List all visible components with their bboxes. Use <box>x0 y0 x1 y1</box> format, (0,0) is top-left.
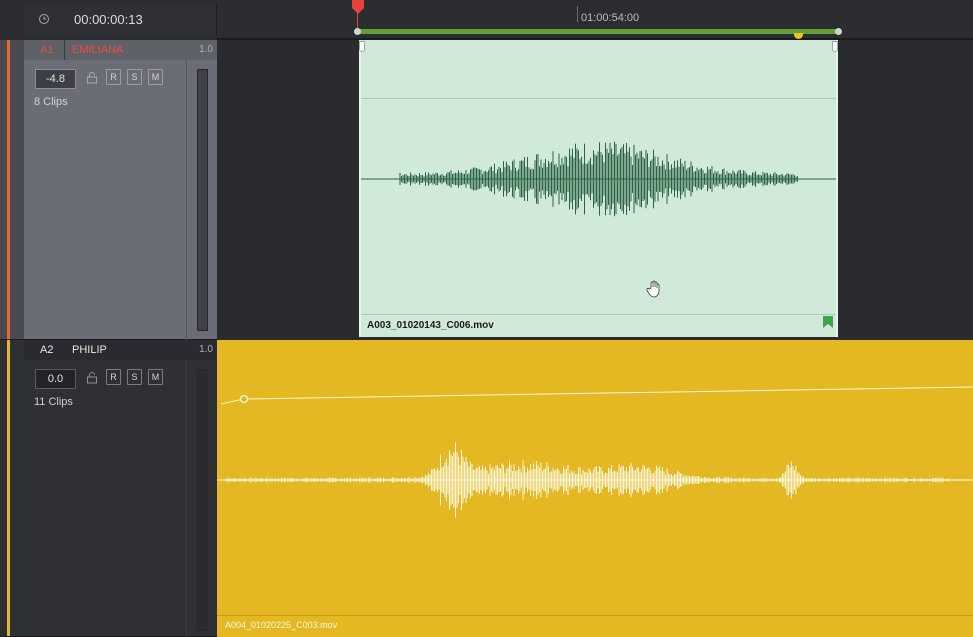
clip-trim-handle-left[interactable] <box>359 41 365 52</box>
clip-count: 11 Clips <box>34 396 73 408</box>
audio-meter <box>197 69 208 331</box>
track-title-row: A1 EMILIANA 1.0 <box>24 40 217 60</box>
audio-waveform <box>361 141 836 217</box>
ruler-tick <box>577 6 578 22</box>
clip-range-bar[interactable] <box>357 29 838 34</box>
header-separator <box>186 60 187 340</box>
track-title-row: A2 PHILIP 1.0 <box>24 340 217 360</box>
track-id: A1 <box>40 44 54 56</box>
track-volume-field[interactable]: -4.8 <box>35 69 76 89</box>
header-separator <box>186 360 187 637</box>
clip-name: A003_01020143_C006.mov <box>367 320 494 331</box>
flag-icon[interactable] <box>823 316 833 328</box>
hand-cursor-icon <box>646 280 660 298</box>
clip-count: 8 Clips <box>34 96 68 108</box>
playhead-icon[interactable] <box>350 0 366 16</box>
clip-trim-handle-right[interactable] <box>832 41 838 52</box>
mute-button[interactable]: M <box>148 69 163 85</box>
mute-button[interactable]: M <box>148 369 163 385</box>
clock-icon <box>39 14 49 24</box>
track-name[interactable]: EMILIANA <box>72 44 123 56</box>
track-header-a1[interactable]: A1 EMILIANA 1.0 -4.8 R S M 8 Clips <box>0 40 217 340</box>
timeline-header: 00:00:00:13 01:00:54:00 <box>0 0 973 40</box>
track-color-bar <box>7 340 10 636</box>
lock-icon[interactable] <box>86 371 98 385</box>
audio-clip-a2[interactable] <box>217 340 973 637</box>
lock-icon[interactable] <box>86 71 98 85</box>
solo-button[interactable]: S <box>127 369 142 385</box>
track-name[interactable]: PHILIP <box>72 344 107 356</box>
divider <box>64 40 65 60</box>
record-arm-button[interactable]: R <box>106 69 121 85</box>
timecode-display[interactable]: 00:00:00:13 <box>24 4 217 36</box>
track-header-a2[interactable]: A2 PHILIP 1.0 0.0 R S M 11 Clips <box>0 340 217 637</box>
track-color-bar <box>7 40 10 339</box>
ruler-label: 01:00:54:00 <box>581 12 640 24</box>
audio-meter <box>197 369 208 631</box>
clip-guide-line <box>361 314 836 315</box>
track-strip <box>0 340 24 636</box>
timecode-text: 00:00:00:13 <box>74 12 143 27</box>
track-level: 1.0 <box>199 344 213 355</box>
audio-waveform <box>217 442 973 518</box>
solo-button[interactable]: S <box>127 69 142 85</box>
clip-guide-line <box>361 98 836 99</box>
range-start-handle[interactable] <box>354 28 361 35</box>
clip-name: A004_01020225_C003.mov <box>225 620 338 630</box>
track-volume-field[interactable]: 0.0 <box>35 369 76 389</box>
track-id: A2 <box>40 344 54 356</box>
time-ruler[interactable]: 01:00:54:00 <box>217 0 973 40</box>
audio-clip-a1[interactable]: A003_01020143_C006.mov <box>359 40 838 337</box>
record-arm-button[interactable]: R <box>106 369 121 385</box>
track-strip <box>0 40 24 339</box>
range-end-handle[interactable] <box>835 28 842 35</box>
track-level: 1.0 <box>199 44 213 55</box>
